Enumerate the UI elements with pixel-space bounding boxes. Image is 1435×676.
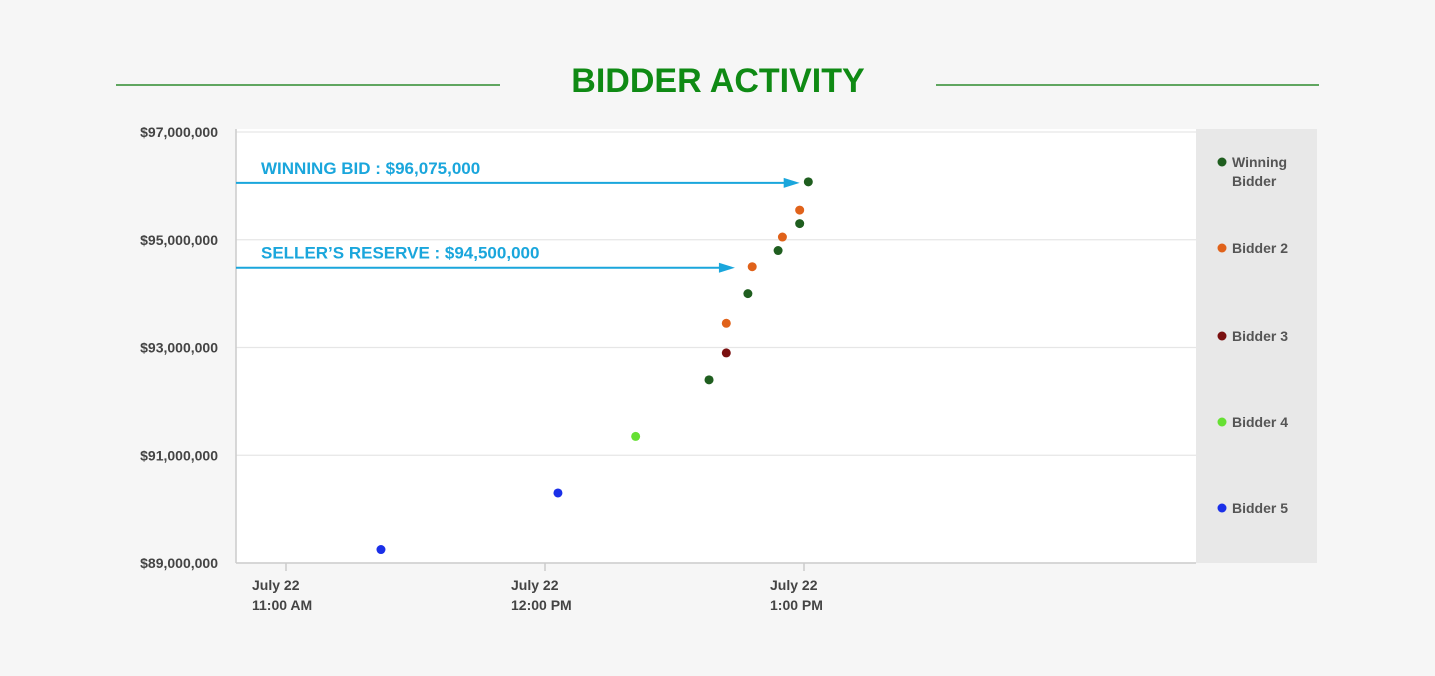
- chart-title: BIDDER ACTIVITY: [571, 62, 865, 100]
- data-point: [777, 232, 787, 242]
- data-point: [721, 318, 731, 328]
- x-tick-label-date: July 22: [511, 577, 559, 593]
- legend-label: Bidder 2: [1232, 240, 1288, 256]
- data-point: [743, 289, 753, 299]
- legend-label: Winning: [1232, 154, 1287, 170]
- data-point: [747, 262, 757, 272]
- y-tick-label: $93,000,000: [140, 340, 218, 356]
- x-tick-label-date: July 22: [770, 577, 818, 593]
- x-tick-label-date: July 22: [252, 577, 300, 593]
- legend-panel: [1196, 129, 1317, 563]
- legend-label: Bidder: [1232, 173, 1277, 189]
- bidder-activity-chart: BIDDER ACTIVITY $89,000,000 $91,000,000 $9…: [0, 0, 1435, 676]
- data-point: [803, 177, 813, 187]
- legend-marker: [1217, 157, 1227, 167]
- legend-label: Bidder 4: [1232, 414, 1288, 430]
- data-point: [773, 246, 783, 256]
- y-tick-label: $91,000,000: [140, 447, 218, 463]
- y-tick-label: $97,000,000: [140, 124, 218, 140]
- legend-marker: [1217, 503, 1227, 513]
- y-tick-label: $89,000,000: [140, 555, 218, 571]
- legend-marker: [1217, 243, 1227, 253]
- legend-marker: [1217, 417, 1227, 427]
- data-point: [704, 375, 714, 385]
- data-point: [721, 348, 731, 358]
- data-point: [376, 545, 386, 555]
- x-tick-label-time: 12:00 PM: [511, 597, 572, 613]
- data-point: [553, 488, 563, 498]
- x-tick-label-time: 1:00 PM: [770, 597, 823, 613]
- plot-area: [236, 129, 1196, 563]
- chart-stage: BIDDER ACTIVITY $89,000,000 $91,000,000 $9…: [0, 0, 1435, 676]
- annotation-label: WINNING BID : $96,075,000: [261, 159, 480, 178]
- x-tick-label-time: 11:00 AM: [252, 597, 312, 613]
- data-point: [631, 431, 641, 441]
- y-tick-label: $95,000,000: [140, 232, 218, 248]
- legend-label: Bidder 5: [1232, 500, 1288, 516]
- legend-marker: [1217, 331, 1227, 341]
- data-point: [795, 219, 805, 229]
- annotation-label: SELLER’S RESERVE : $94,500,000: [261, 244, 539, 263]
- data-point: [795, 205, 805, 215]
- legend-label: Bidder 3: [1232, 328, 1288, 344]
